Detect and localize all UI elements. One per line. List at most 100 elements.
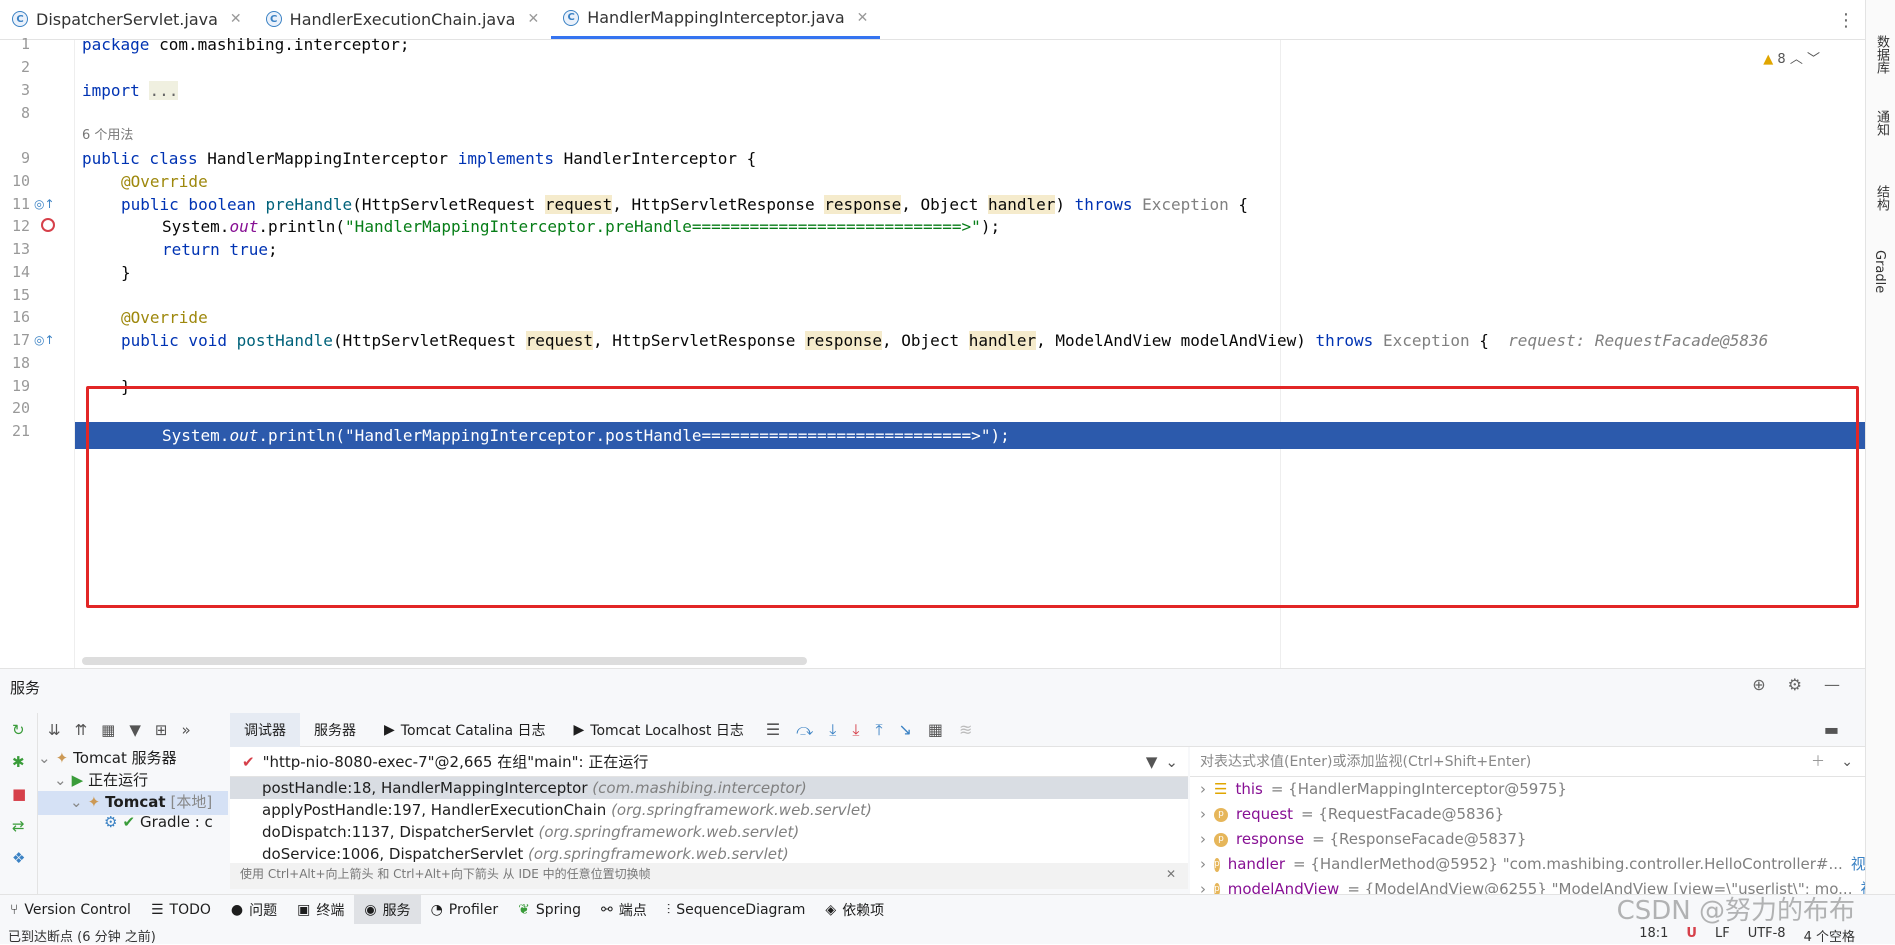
evaluate-expression-input[interactable]: 对表达式求值(Enter)或添加监视(Ctrl+Shift+Enter) ＋ ⌄: [1190, 747, 1865, 777]
frame-row[interactable]: applyPostHandle:197, HandlerExecutionCha…: [230, 799, 1188, 821]
gutter: 1 2 3 8 9 10 11 12 13 14 15 16 17 18 19 …: [0, 35, 75, 668]
close-icon[interactable]: ✕: [1166, 863, 1176, 885]
implements-method-icon[interactable]: ◎↑: [34, 197, 55, 211]
tab-localhost-log[interactable]: ▶ Tomcat Localhost 日志: [559, 713, 757, 747]
code-token: (HttpServletRequest: [352, 195, 545, 214]
horizontal-scrollbar[interactable]: [82, 657, 807, 665]
group-icon[interactable]: ▦: [101, 721, 115, 739]
variable-row[interactable]: › p response = {ResponseFacade@5837}: [1190, 827, 1865, 852]
variable-row[interactable]: › ☰ this = {HandlerMappingInterceptor@5975}: [1190, 777, 1865, 802]
frame-row[interactable]: doService:1006, DispatcherServlet (org.s…: [230, 843, 1188, 863]
tab-debugger[interactable]: 调试器: [230, 712, 300, 747]
caret-position[interactable]: 18:1: [1639, 926, 1668, 945]
force-step-into-icon[interactable]: ⤓: [844, 720, 867, 740]
indent-setting[interactable]: 4 个空格: [1804, 926, 1855, 945]
deploy-icon[interactable]: ❖: [12, 849, 25, 867]
trace-icon[interactable]: ≋: [951, 720, 980, 739]
highlight-annotation-box: [86, 386, 1859, 608]
tree-node-tomcat-server[interactable]: ⌄ ✦ Tomcat 服务器: [38, 747, 177, 768]
chevron-down-icon[interactable]: ⌄: [1165, 753, 1178, 771]
code-token: throws: [1315, 331, 1374, 350]
check-icon: ✔: [242, 752, 255, 771]
expand-all-icon[interactable]: ⇊: [48, 721, 61, 739]
step-out-icon[interactable]: ⤒: [867, 720, 890, 740]
add-service-icon[interactable]: ⊞: [155, 721, 168, 739]
add-watch-icon[interactable]: ＋: [1811, 747, 1825, 777]
evaluate-icon[interactable]: ▦: [920, 720, 951, 739]
step-over-icon[interactable]: ⤼: [788, 720, 821, 740]
more-icon[interactable]: »: [181, 721, 190, 739]
services-toolbar: ↻ ✱ ■ ⇄ ❖: [0, 713, 38, 895]
step-into-icon[interactable]: ⤓: [821, 720, 844, 740]
rerun-icon[interactable]: ↻: [12, 721, 25, 739]
view-link[interactable]: 视图: [1851, 852, 1865, 877]
tree-node-gradle[interactable]: ⚙ ✔ Gradle : c: [104, 813, 213, 831]
variable-row[interactable]: › p handler = {HandlerMethod@5952} "com.mas…: [1190, 852, 1865, 877]
status-message[interactable]: 已到达断点 (6 分钟 之前): [8, 926, 156, 945]
list-icon: ☰: [150, 901, 164, 918]
close-icon[interactable]: ✕: [230, 11, 242, 27]
tree-node-tomcat[interactable]: ⌄ ✦ Tomcat [本地]: [70, 791, 212, 812]
code-editor[interactable]: 1 2 3 8 9 10 11 12 13 14 15 16 17 18 19 …: [0, 35, 1865, 668]
breakpoint-icon[interactable]: [41, 218, 55, 232]
toolwin-spring[interactable]: ❦ Spring: [508, 895, 591, 925]
code-token: ;: [267, 240, 278, 259]
toolwin-profiler[interactable]: ◔ Profiler: [421, 895, 509, 925]
toolwin-terminal[interactable]: ▣ 终端: [287, 895, 354, 925]
toolwin-todo[interactable]: ☰ TODO: [141, 895, 221, 925]
crosshair-icon[interactable]: ⊕: [1752, 675, 1765, 694]
view-link[interactable]: 视图: [1860, 877, 1865, 895]
debug-icon[interactable]: ✱: [12, 753, 25, 771]
code-token: System.: [162, 217, 230, 236]
plugin-icon[interactable]: U: [1686, 926, 1697, 945]
line-number: 15: [11, 286, 30, 304]
code-token: public class: [82, 149, 198, 168]
toolwin-sequence-diagram[interactable]: ⫶ SequenceDiagram: [657, 895, 816, 925]
chevron-down-icon[interactable]: ⌄: [1841, 747, 1853, 777]
endpoints-icon: ⚯: [601, 901, 613, 918]
variable-row[interactable]: › p request = {RequestFacade@5836}: [1190, 802, 1865, 827]
folded-imports[interactable]: ...: [149, 81, 179, 100]
close-icon[interactable]: ✕: [857, 10, 869, 26]
gradle-tool[interactable]: Gradle: [1872, 250, 1887, 293]
toolwin-version-control[interactable]: ⑂ Version Control: [0, 895, 141, 925]
file-encoding[interactable]: UTF-8: [1748, 926, 1786, 945]
layout-icon[interactable]: ▬: [1816, 720, 1847, 739]
filter-icon[interactable]: ▼: [1146, 753, 1158, 771]
collapse-all-icon[interactable]: ⇈: [75, 721, 88, 739]
frame-row[interactable]: doDispatch:1137, DispatcherServlet (org.…: [230, 821, 1188, 843]
tab-handlermappinginterceptor[interactable]: C HandlerMappingInterceptor.java ✕: [551, 0, 881, 39]
tab-server[interactable]: 服务器: [300, 713, 370, 747]
code-token: );: [980, 217, 1001, 236]
chevron-up-icon[interactable]: ︿: [1790, 52, 1803, 67]
run-to-cursor-icon[interactable]: ↘: [891, 720, 920, 739]
toolwin-problems[interactable]: ● 问题: [221, 895, 287, 925]
filter-icon[interactable]: ▼: [129, 721, 141, 739]
structure-tool[interactable]: 结构: [1872, 185, 1891, 211]
inspection-widget[interactable]: ▲ 8 ︿ ﹀: [1763, 48, 1820, 67]
code-token: , ModelAndView modelAndView): [1036, 331, 1316, 350]
implements-method-icon[interactable]: ◎↑: [34, 333, 55, 347]
menu-icon[interactable]: ☰: [758, 720, 788, 739]
more-options-icon[interactable]: ⋮: [1837, 10, 1855, 31]
frame-row[interactable]: postHandle:18, HandlerMappingInterceptor…: [230, 777, 1188, 799]
close-icon[interactable]: ✕: [527, 11, 539, 27]
line-separator[interactable]: LF: [1715, 926, 1730, 945]
toolwin-services[interactable]: ◉ 服务: [354, 894, 421, 925]
code-token: true: [219, 240, 268, 259]
stop-icon[interactable]: ■: [12, 785, 26, 803]
tab-catalina-log[interactable]: ▶ Tomcat Catalina 日志: [370, 713, 559, 747]
toolwin-endpoints[interactable]: ⚯ 端点: [591, 895, 657, 925]
thread-selector[interactable]: ✔ "http-nio-8080-exec-7"@2,665 在组"main": …: [230, 747, 1188, 777]
tool-window-bar: ⑂ Version Control ☰ TODO ● 问题 ▣ 终端 ◉ 服务 ◔ Prof…: [0, 894, 1895, 925]
update-icon[interactable]: ⇄: [12, 817, 25, 835]
tree-node-running[interactable]: ⌄ ▶ 正在运行: [54, 769, 148, 790]
chevron-down-icon[interactable]: ﹀: [1807, 52, 1820, 67]
database-tool[interactable]: 数据库: [1872, 35, 1891, 74]
toolwin-dependencies[interactable]: ◈ 依赖项: [815, 895, 894, 925]
notifications-tool[interactable]: 通知: [1872, 110, 1891, 136]
minimize-icon[interactable]: —: [1824, 675, 1840, 694]
gear-icon[interactable]: ⚙: [1788, 675, 1802, 694]
code-token: return: [162, 240, 220, 259]
string-literal: "HandlerMappingInterceptor.preHandle====…: [345, 217, 981, 236]
